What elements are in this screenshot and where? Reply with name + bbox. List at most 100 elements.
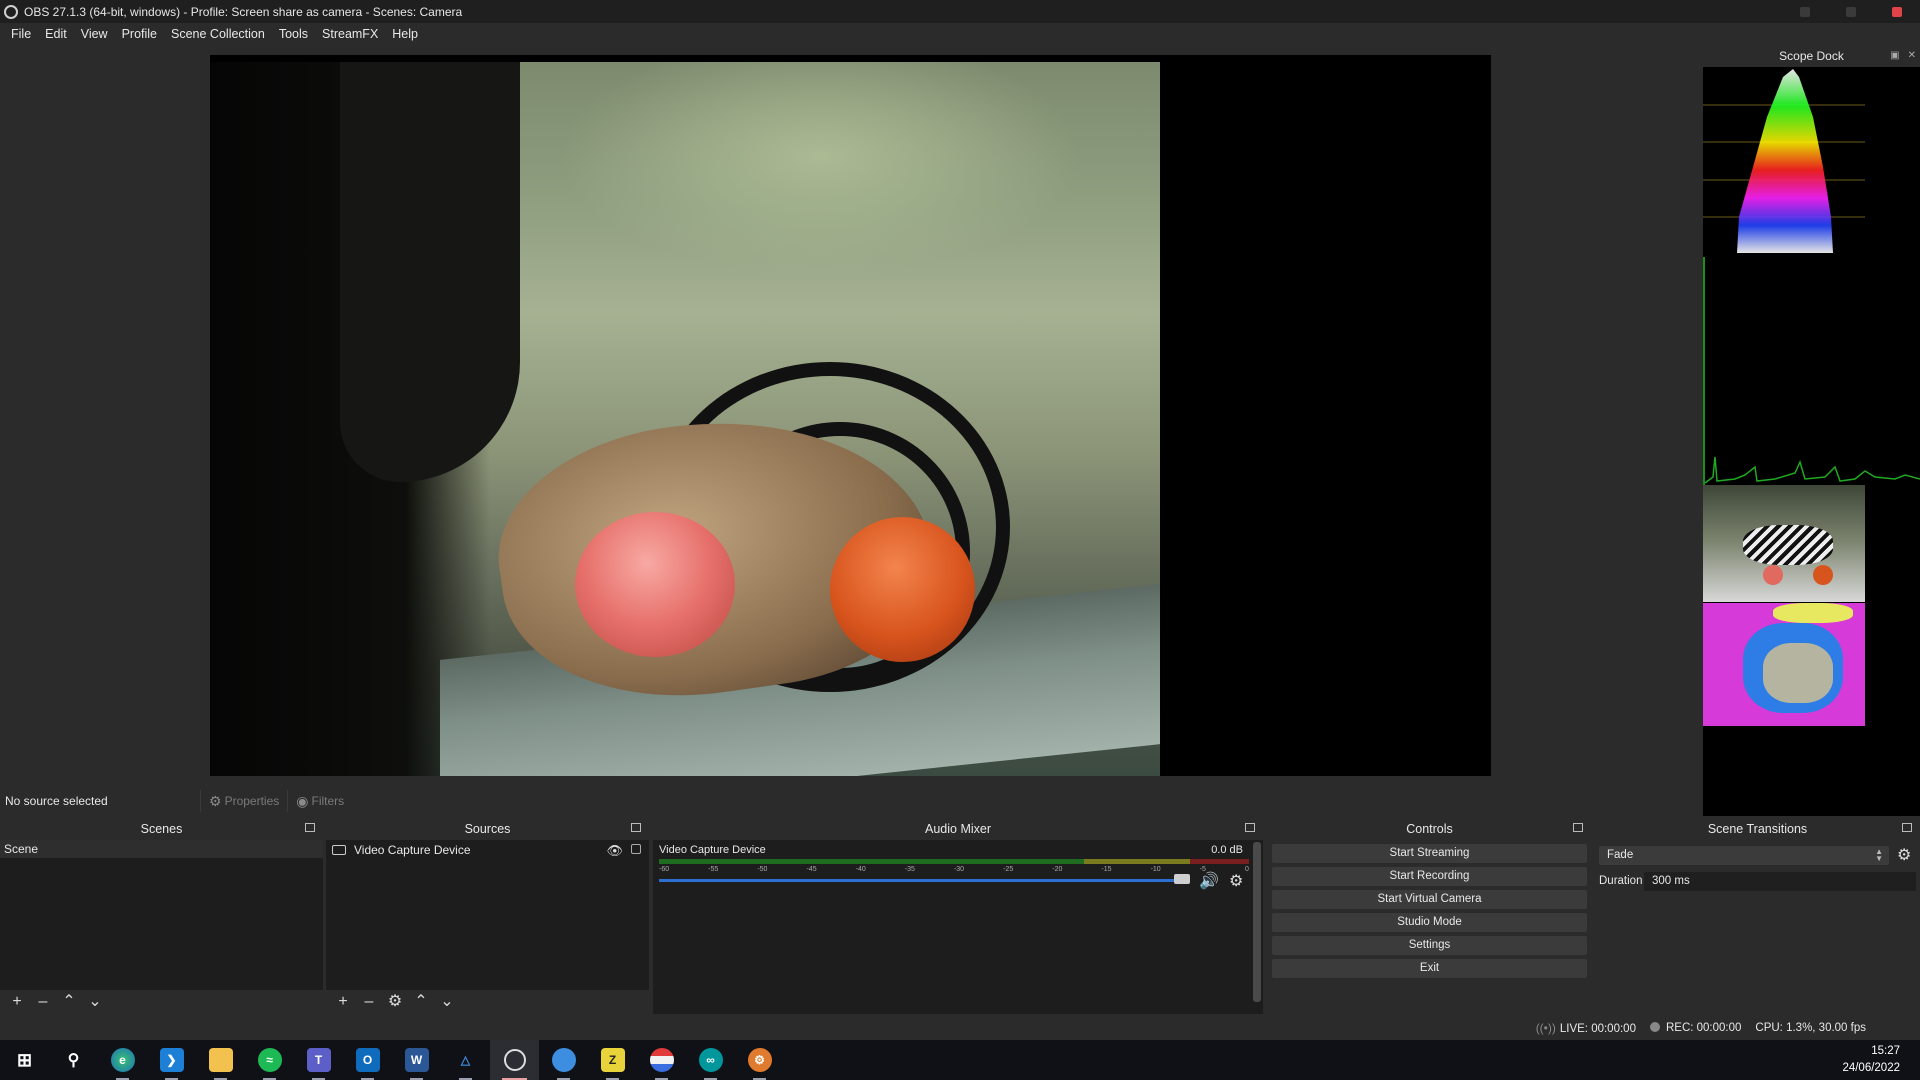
transition-select[interactable]: Fade ▲ ▼: [1599, 845, 1889, 865]
meter-tick-label: 0: [1244, 866, 1249, 873]
browser-icon: [551, 1048, 576, 1072]
mixer-scrollbar[interactable]: [1253, 842, 1261, 1002]
start-recording-button[interactable]: Start Recording: [1272, 867, 1587, 886]
scope-rgb-parade: [1703, 67, 1865, 255]
menu-streamfx[interactable]: StreamFX: [315, 23, 385, 45]
false-color-blob-2: [1763, 643, 1833, 703]
word-icon: W: [404, 1048, 429, 1072]
start-button[interactable]: ⊞: [0, 1040, 49, 1080]
float-icon[interactable]: [1573, 823, 1583, 832]
taskbar-filezilla[interactable]: Z: [588, 1040, 637, 1080]
menu-help[interactable]: Help: [385, 23, 425, 45]
menu-tools[interactable]: Tools: [272, 23, 315, 45]
source-name: Video Capture Device: [354, 843, 471, 857]
camera-feed: [210, 62, 1160, 776]
taskbar-vscode[interactable]: ❯: [147, 1040, 196, 1080]
clock-time: 15:27: [1871, 1045, 1900, 1057]
transition-selected: Fade: [1607, 848, 1634, 861]
taskbar-outlook[interactable]: O: [343, 1040, 392, 1080]
scope-dock-buttons: ▣ ✕: [1890, 50, 1916, 61]
obs-icon: [503, 1049, 526, 1071]
channel-db: 0.0 dB: [1211, 844, 1243, 856]
gear-icon[interactable]: ⚙: [1229, 871, 1243, 891]
scope-false-color: [1703, 603, 1865, 726]
duration-input[interactable]: 300 ms ▲▼: [1644, 871, 1916, 891]
move-scene-up-button[interactable]: ⌃: [58, 992, 80, 1012]
taskbar-file-explorer[interactable]: [196, 1040, 245, 1080]
sources-dock: Sources Video Capture Device 👁 + – ⚙ ⌃ ⌄: [326, 818, 649, 1014]
transition-select-row: Fade ▲ ▼ ⚙: [1599, 844, 1916, 866]
menu-scene-collection[interactable]: Scene Collection: [164, 23, 272, 45]
start-streaming-button[interactable]: Start Streaming: [1272, 844, 1587, 863]
minimize-icon: [1800, 6, 1810, 17]
meter-ticks: -60 -55 -50 -45 -40 -35 -30 -25 -20 -15 -10 -5 0: [659, 866, 1249, 876]
menu-file[interactable]: File: [4, 23, 38, 45]
float-icon[interactable]: ▣: [1890, 50, 1899, 61]
maximize-button[interactable]: [1828, 0, 1874, 23]
float-icon[interactable]: [631, 823, 641, 832]
source-item[interactable]: Video Capture Device 👁: [326, 840, 649, 860]
meter-tick-label: -55: [708, 866, 719, 873]
sources-list: Video Capture Device 👁: [326, 840, 649, 990]
scene-item[interactable]: Scene: [0, 840, 323, 858]
maximize-icon: [1846, 6, 1856, 17]
move-scene-down-button[interactable]: ⌄: [84, 992, 106, 1012]
taskbar-arduino[interactable]: ∞: [686, 1040, 735, 1080]
menu-view[interactable]: View: [74, 23, 115, 45]
add-scene-button[interactable]: +: [6, 992, 28, 1012]
lock-icon[interactable]: [631, 844, 641, 854]
float-icon[interactable]: [1902, 823, 1912, 832]
preview-canvas[interactable]: [210, 55, 1491, 776]
start-virtual-camera-button[interactable]: Start Virtual Camera: [1272, 890, 1587, 909]
properties-button[interactable]: ⚙ Properties: [200, 790, 287, 812]
volume-fader-track[interactable]: [659, 879, 1189, 882]
add-source-button[interactable]: +: [332, 992, 354, 1012]
move-source-up-button[interactable]: ⌃: [410, 992, 432, 1012]
close-button[interactable]: [1874, 0, 1920, 23]
channel-name: Video Capture Device: [659, 844, 766, 856]
filters-button[interactable]: ◉ Filters: [287, 790, 352, 812]
taskbar-obs[interactable]: [490, 1040, 539, 1080]
zebra-hand: [1743, 525, 1833, 565]
stripes-icon: [649, 1048, 674, 1072]
menu-edit[interactable]: Edit: [38, 23, 74, 45]
close-icon[interactable]: ✕: [1908, 50, 1916, 61]
move-source-down-button[interactable]: ⌄: [436, 992, 458, 1012]
scope-dock-title: Scope Dock: [1779, 49, 1844, 63]
settings-button[interactable]: Settings: [1272, 936, 1587, 955]
taskbar-spotify[interactable]: ≈: [245, 1040, 294, 1080]
float-icon[interactable]: [1245, 823, 1255, 832]
exit-button[interactable]: Exit: [1272, 959, 1587, 978]
taskbar-browser[interactable]: [539, 1040, 588, 1080]
close-icon: [1892, 6, 1902, 17]
gear-icon: ⚙: [209, 792, 222, 809]
taskbar-app-stripes[interactable]: [637, 1040, 686, 1080]
speaker-icon[interactable]: 🔊: [1199, 871, 1219, 891]
clock-date: 24/06/2022: [1842, 1062, 1900, 1074]
minimize-button[interactable]: [1782, 0, 1828, 23]
taskbar-teams[interactable]: T: [294, 1040, 343, 1080]
scope-dock-header: Scope Dock ▣ ✕: [1703, 45, 1920, 67]
taskbar-network-tool[interactable]: △: [441, 1040, 490, 1080]
menu-profile[interactable]: Profile: [115, 23, 164, 45]
false-color-blob-3: [1773, 603, 1853, 623]
remove-scene-button[interactable]: –: [32, 992, 54, 1012]
taskbar-edge-dev[interactable]: e: [98, 1040, 147, 1080]
meter-tick-label: -40: [855, 866, 866, 873]
float-icon[interactable]: [305, 823, 315, 832]
search-button[interactable]: ⚲: [49, 1040, 98, 1080]
taskbar-settings-app[interactable]: ⚙: [735, 1040, 784, 1080]
volume-fader-handle[interactable]: [1174, 874, 1190, 884]
taskbar-word[interactable]: W: [392, 1040, 441, 1080]
meter-tick-label: -25: [1003, 866, 1014, 873]
zebra-ball-left: [1763, 565, 1783, 585]
rec-time: REC: 00:00:00: [1665, 1022, 1742, 1034]
source-properties-button[interactable]: ⚙: [384, 992, 406, 1012]
eye-icon[interactable]: 👁: [606, 843, 623, 859]
gear-icon[interactable]: ⚙: [1897, 845, 1911, 865]
studio-mode-button[interactable]: Studio Mode: [1272, 913, 1587, 932]
properties-label: Properties: [224, 794, 280, 808]
system-clock[interactable]: 15:27 24/06/2022: [1842, 1043, 1900, 1077]
select-arrows-icon: ▲ ▼: [1875, 846, 1883, 863]
remove-source-button[interactable]: –: [358, 992, 380, 1012]
